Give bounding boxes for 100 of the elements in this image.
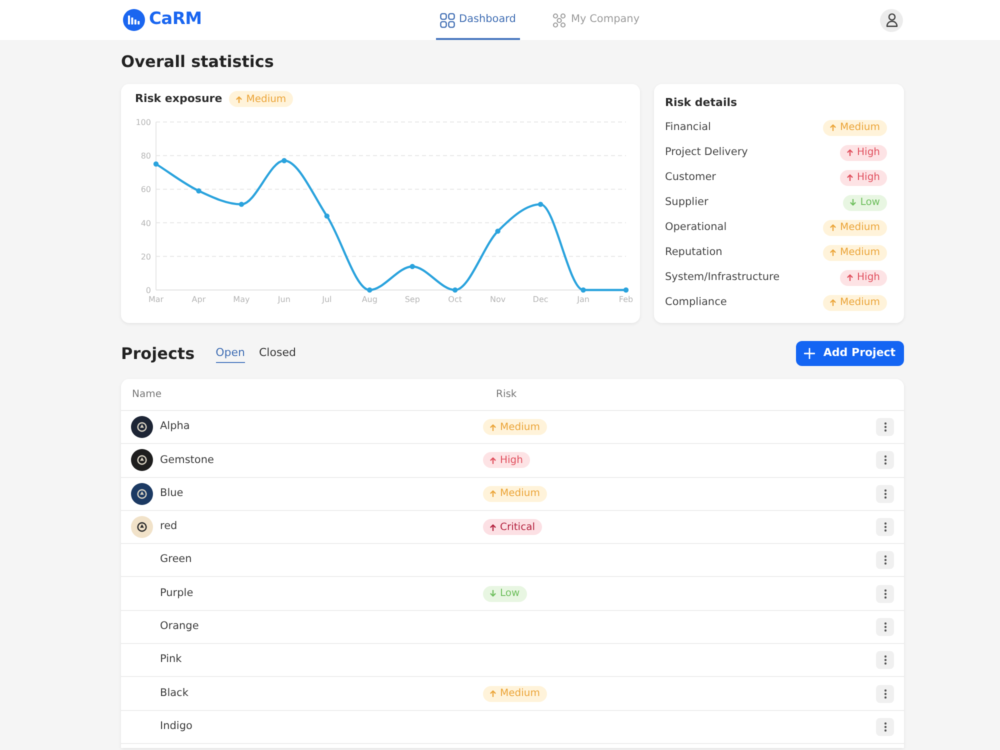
arrow-up-icon (236, 96, 242, 102)
risk-label: Low (500, 587, 520, 602)
data-point (538, 202, 544, 207)
arrow-up-icon (490, 490, 496, 498)
row-menu-button[interactable] (876, 718, 894, 736)
risk-category: Operational (665, 220, 727, 235)
arrow-up-icon (830, 299, 836, 306)
data-point (196, 188, 202, 194)
row-menu-button[interactable] (876, 518, 894, 536)
risk-label: Medium (246, 92, 286, 106)
axis-tick-label: Dec (532, 295, 548, 304)
risk-label: Medium (840, 121, 880, 135)
data-point (580, 287, 586, 293)
more-icon (884, 555, 886, 566)
data-point (238, 202, 244, 207)
project-name: red (160, 519, 178, 534)
card-title: Risk details (665, 95, 738, 111)
logo-text: CaRM (149, 8, 202, 32)
data-point (623, 287, 629, 293)
filter-tab[interactable]: Open (216, 344, 245, 363)
arrow-up-icon (490, 524, 496, 531)
more-icon (884, 522, 886, 532)
row-menu-button[interactable] (876, 618, 894, 636)
grid-icon (440, 12, 455, 28)
axis-tick-label: Apr (192, 295, 206, 304)
arrow-up-icon (490, 690, 496, 698)
axis-tick-label: Sep (404, 295, 420, 304)
data-point (495, 228, 500, 234)
more-icon (884, 422, 886, 432)
axis-tick-label: 100 (136, 118, 151, 127)
more-icon (884, 488, 886, 499)
data-point (452, 287, 458, 293)
row-menu-button[interactable] (876, 551, 894, 570)
row-menu-button[interactable] (876, 651, 894, 670)
axis-tick-label: Jun (278, 295, 290, 304)
plus-icon (804, 348, 816, 359)
arrow-up-icon (830, 124, 836, 131)
risk-label: Medium (840, 221, 880, 235)
risk-category: System/Infrastructure (665, 270, 780, 285)
axis-tick-label: Feb (618, 295, 634, 304)
risk-label: Medium (840, 246, 880, 260)
filter-tab[interactable]: Closed (259, 344, 296, 363)
section-title: Projects (121, 342, 195, 364)
axis-tick-label: 40 (140, 218, 151, 228)
logo-icon (123, 9, 145, 31)
row-menu-button[interactable] (876, 451, 894, 470)
risk-category: Project Delivery (665, 144, 748, 160)
column-header: Name (132, 388, 162, 402)
add-project-button[interactable]: Add Project (796, 341, 904, 366)
data-point (410, 264, 415, 270)
profile-button[interactable] (880, 8, 903, 32)
more-icon (884, 588, 886, 599)
arrow-up-icon (830, 249, 836, 256)
group-icon (552, 12, 567, 28)
arrow-down-icon (850, 199, 856, 206)
axis-tick-label: 60 (140, 185, 151, 194)
risk-category: Reputation (665, 244, 722, 260)
axis-tick-label: Aug (362, 295, 378, 304)
more-icon (884, 455, 886, 466)
project-name: Green (160, 552, 192, 568)
row-menu-button[interactable] (876, 484, 894, 503)
risk-label: Medium (500, 687, 540, 702)
risk-label: Medium (840, 296, 880, 310)
arrow-down-icon (490, 590, 496, 598)
more-icon (884, 622, 886, 632)
risk-category: Compliance (665, 294, 727, 310)
project-name: Orange (160, 619, 199, 634)
axis-tick-label: Mar (148, 295, 164, 304)
risk-label: Medium (500, 487, 540, 502)
nav-tab[interactable]: Dashboard (436, 0, 520, 40)
risk-label: High (857, 271, 880, 285)
arrow-up-icon (490, 424, 496, 431)
card-title: Risk exposure (135, 91, 222, 107)
data-point (153, 161, 159, 167)
data-point (367, 287, 372, 293)
arrow-up-icon (830, 224, 836, 231)
risk-label: Critical (500, 520, 535, 535)
nav-tab[interactable]: My Company (548, 0, 644, 40)
risk-label: Medium (500, 420, 540, 435)
risk-label: High (500, 454, 523, 468)
axis-tick-label: Nov (490, 295, 506, 304)
row-menu-button[interactable] (876, 684, 894, 703)
row-menu-button[interactable] (876, 418, 894, 436)
axis-tick-label: 80 (140, 152, 151, 161)
more-icon (884, 688, 886, 699)
axis-tick-label: Jan (577, 295, 590, 304)
data-point (282, 158, 287, 164)
project-name: Pink (160, 652, 182, 668)
project-name: Blue (160, 486, 184, 501)
row-menu-button[interactable] (876, 584, 894, 603)
project-name: Indigo (160, 718, 192, 734)
arrow-up-icon (847, 274, 854, 281)
risk-category: Customer (665, 170, 716, 185)
project-name: Alpha (160, 419, 190, 434)
section-title: Overall statistics (121, 51, 275, 73)
axis-tick-label: 20 (140, 252, 151, 262)
axis-tick-label: May (233, 295, 250, 304)
risk-category: Supplier (665, 194, 708, 210)
axis-tick-label: 0 (146, 286, 151, 295)
axis-tick-label: Oct (448, 295, 462, 304)
